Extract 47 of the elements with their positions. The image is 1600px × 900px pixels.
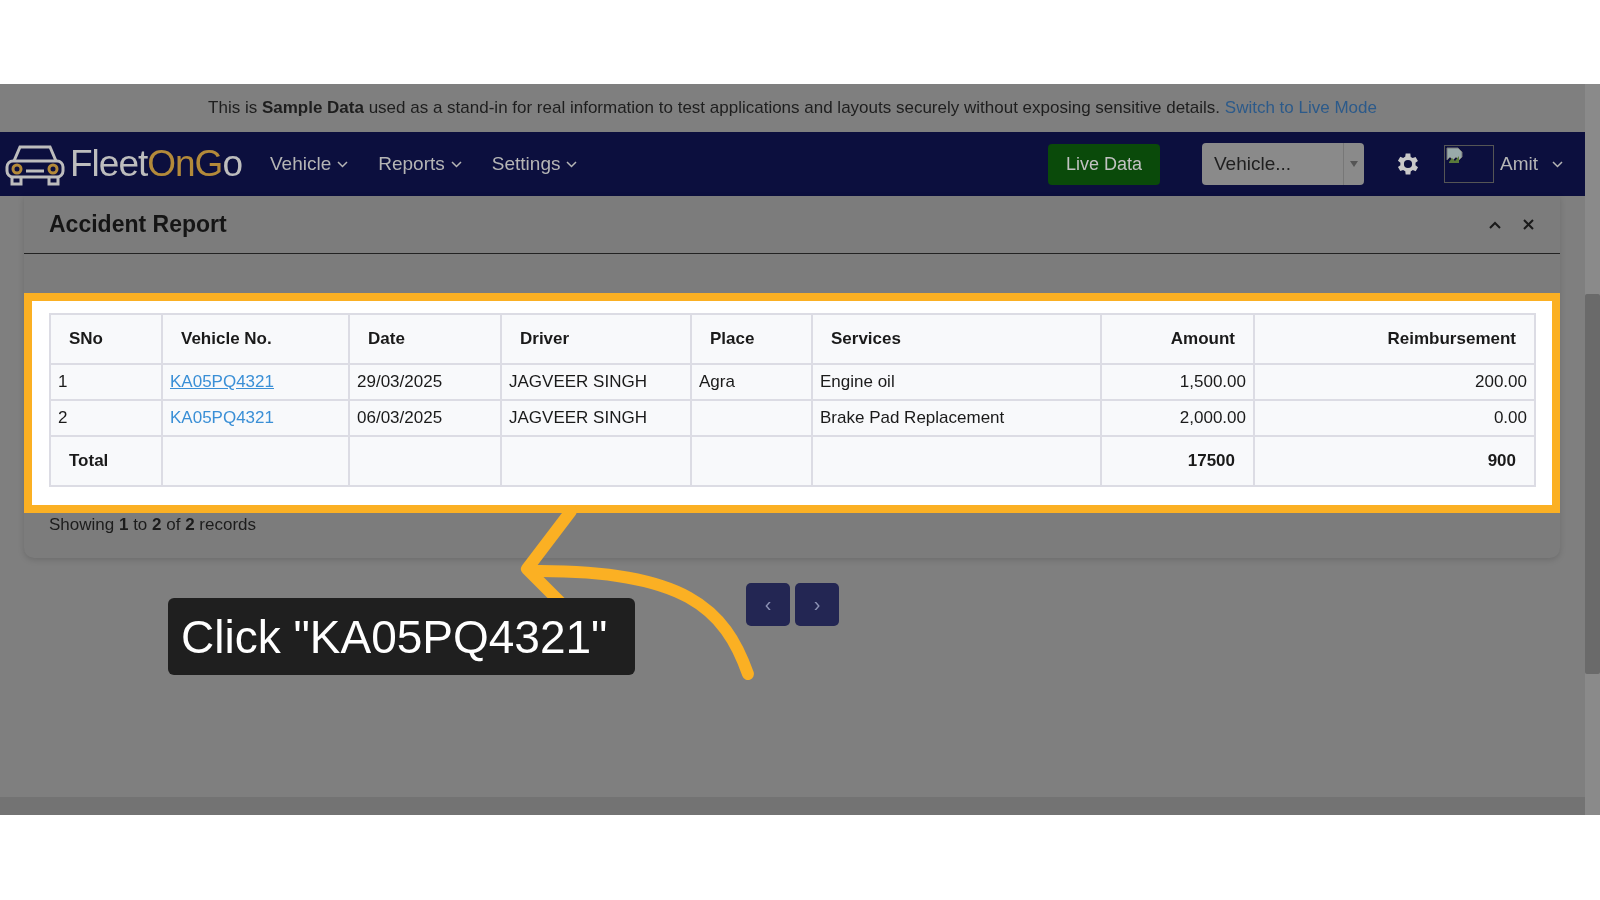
instruction-callout: Click "KA05PQ4321" <box>168 598 635 675</box>
table-cell: Agra <box>691 364 812 400</box>
table-cell: 0.00 <box>1254 400 1535 436</box>
table-cell: 06/03/2025 <box>349 400 501 436</box>
vertical-scrollbar[interactable] <box>1585 84 1600 815</box>
next-page-button[interactable]: › <box>795 583 839 626</box>
nav-menu[interactable]: Reports <box>378 153 462 175</box>
table-cell: JAGVEER SINGH <box>501 364 691 400</box>
nav-menu[interactable]: Vehicle <box>270 153 349 175</box>
broken-image-icon <box>1445 146 1465 166</box>
chevron-down-icon <box>566 160 578 168</box>
column-header: Place <box>691 314 812 364</box>
collapse-icon[interactable] <box>1489 220 1501 229</box>
table-cell: 200.00 <box>1254 364 1535 400</box>
column-header: Date <box>349 314 501 364</box>
chevron-down-icon <box>450 160 462 168</box>
column-header: SNo <box>50 314 162 364</box>
total-cell: Total <box>50 436 162 486</box>
chevron-down-icon <box>1552 160 1563 168</box>
column-header: Driver <box>501 314 691 364</box>
table-cell: 2,000.00 <box>1101 400 1254 436</box>
horizontal-scrollbar[interactable] <box>0 797 1585 815</box>
sample-data-notice: This is Sample Data used as a stand-in for real information to test applications and layouts securely without exposing sensitive details. Switch to Live Mode <box>208 98 1377 118</box>
column-header: Amount <box>1101 314 1254 364</box>
records-summary: Showing 1 to 2 of 2 records <box>48 514 257 535</box>
close-icon[interactable] <box>1523 219 1534 230</box>
live-data-button[interactable]: Live Data <box>1047 143 1160 185</box>
table-cell: 1,500.00 <box>1101 364 1254 400</box>
table-cell: 29/03/2025 <box>349 364 501 400</box>
column-header: Reimbursement <box>1254 314 1535 364</box>
table-cell: Brake Pad Replacement <box>812 400 1101 436</box>
column-header: Services <box>812 314 1101 364</box>
column-header: Vehicle No. <box>162 314 349 364</box>
total-cell: 17500 <box>1101 436 1254 486</box>
logo-text[interactable]: FleetOnGo <box>70 143 242 185</box>
vehicle-select[interactable]: Vehicle... <box>1202 143 1364 185</box>
nav-menu[interactable]: Settings <box>491 153 578 175</box>
chevron-down-icon <box>337 160 349 168</box>
previous-page-button[interactable]: ‹ <box>746 583 790 626</box>
table-cell: JAGVEER SINGH <box>501 400 691 436</box>
report-title: Accident Report <box>49 211 228 238</box>
user-menu[interactable]: Amit <box>1500 153 1563 175</box>
total-cell: 900 <box>1254 436 1535 486</box>
table-cell: 2 <box>50 400 162 436</box>
scrollbar-thumb[interactable] <box>1585 294 1600 674</box>
table-cell: Engine oil <box>812 364 1101 400</box>
table-cell: 1 <box>50 364 162 400</box>
